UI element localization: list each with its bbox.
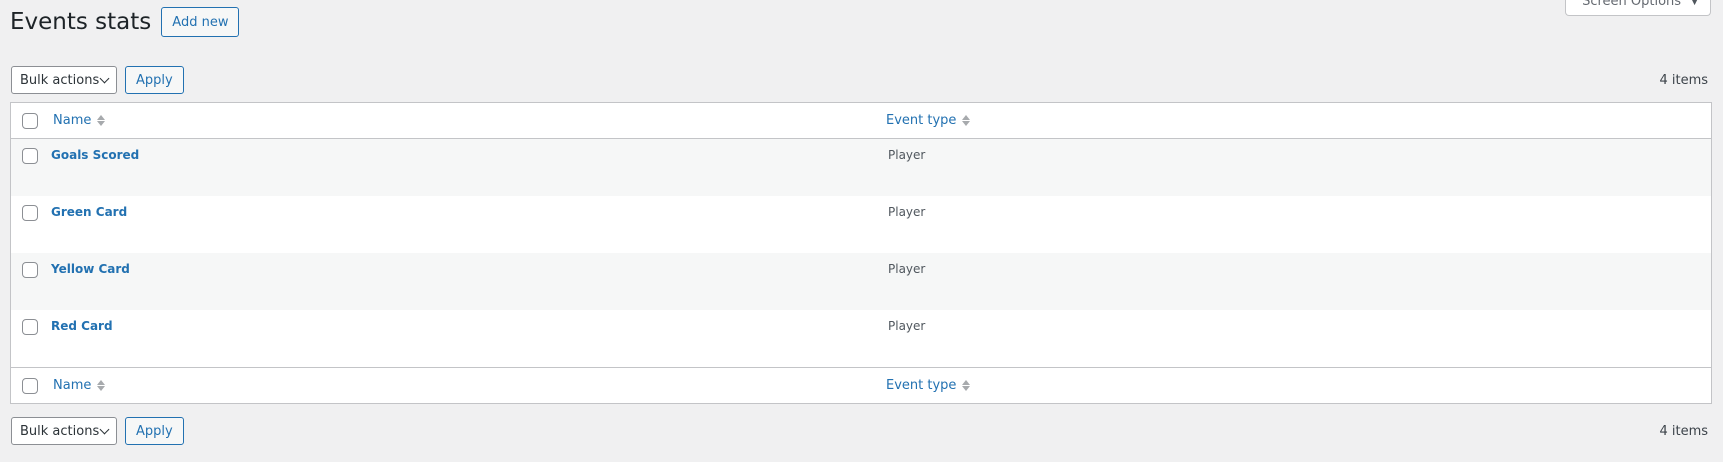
tablenav-top: Bulk actions Apply 4 items bbox=[11, 66, 1712, 94]
bulk-actions-label: Bulk actions bbox=[20, 423, 100, 439]
table-row: Red Card Player bbox=[11, 310, 1711, 367]
bulk-actions-label: Bulk actions bbox=[20, 72, 100, 88]
row-title-link[interactable]: Red Card bbox=[51, 319, 113, 333]
row-title-link[interactable]: Green Card bbox=[51, 205, 127, 219]
items-count-bottom: 4 items bbox=[1659, 423, 1708, 439]
row-title-link[interactable]: Goals Scored bbox=[51, 148, 139, 162]
caret-down-icon: ▼ bbox=[1691, 0, 1698, 7]
page-header: Events stats Add new bbox=[10, 7, 240, 37]
sort-by-event-type-footer[interactable]: Event type bbox=[886, 378, 971, 393]
row-checkbox[interactable] bbox=[22, 148, 38, 164]
sort-icon bbox=[97, 115, 106, 126]
screen-options-label: Screen Options bbox=[1582, 0, 1682, 9]
name-column-label: Name bbox=[53, 378, 92, 393]
items-count: 4 items bbox=[1659, 72, 1708, 88]
sort-icon bbox=[962, 115, 971, 126]
name-column-label: Name bbox=[53, 113, 92, 128]
sort-by-event-type-header[interactable]: Event type bbox=[886, 113, 971, 128]
screen-options-button[interactable]: Screen Options ▼ bbox=[1565, 0, 1711, 16]
row-event-type: Player bbox=[888, 262, 926, 276]
table-row: Goals Scored Player bbox=[11, 139, 1711, 196]
select-all-checkbox-footer[interactable] bbox=[22, 378, 38, 394]
table-footer-row: Name Event type bbox=[11, 367, 1711, 403]
chevron-down-icon bbox=[99, 73, 110, 83]
bulk-actions-select-bottom[interactable]: Bulk actions bbox=[11, 417, 117, 445]
events-table: Name Event type Goals Scored Player Gree… bbox=[10, 102, 1712, 404]
add-new-button[interactable]: Add new bbox=[161, 7, 240, 37]
sort-icon bbox=[97, 380, 106, 391]
table-header-row: Name Event type bbox=[11, 103, 1711, 139]
sort-by-name-footer[interactable]: Name bbox=[53, 378, 106, 393]
event-type-column-label: Event type bbox=[886, 113, 957, 128]
select-all-checkbox[interactable] bbox=[22, 113, 38, 129]
page-title: Events stats bbox=[10, 9, 152, 35]
event-type-column-label: Event type bbox=[886, 378, 957, 393]
tablenav-bottom: Bulk actions Apply 4 items bbox=[11, 417, 1712, 445]
chevron-down-icon bbox=[99, 424, 110, 434]
row-event-type: Player bbox=[888, 205, 926, 219]
row-checkbox[interactable] bbox=[22, 262, 38, 278]
sort-by-name-header[interactable]: Name bbox=[53, 113, 106, 128]
bulk-actions-select[interactable]: Bulk actions bbox=[11, 66, 117, 94]
table-row: Green Card Player bbox=[11, 196, 1711, 253]
apply-button[interactable]: Apply bbox=[125, 66, 184, 94]
sort-icon bbox=[962, 380, 971, 391]
apply-button-bottom[interactable]: Apply bbox=[125, 417, 184, 445]
row-event-type: Player bbox=[888, 148, 926, 162]
row-event-type: Player bbox=[888, 319, 926, 333]
row-checkbox[interactable] bbox=[22, 205, 38, 221]
row-checkbox[interactable] bbox=[22, 319, 38, 335]
table-row: Yellow Card Player bbox=[11, 253, 1711, 310]
row-title-link[interactable]: Yellow Card bbox=[51, 262, 130, 276]
